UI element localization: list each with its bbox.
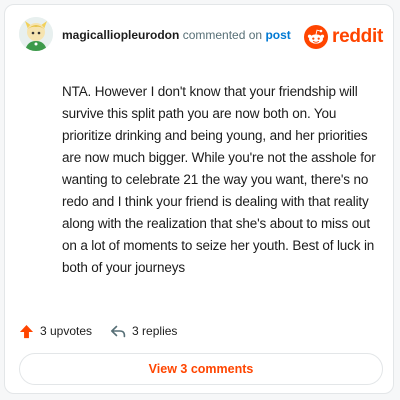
avatar[interactable]	[19, 17, 53, 51]
post-link[interactable]: post	[265, 28, 290, 42]
replies-button[interactable]: 3 replies	[110, 324, 177, 339]
comment-actions: 3 upvotes 3 replies	[19, 321, 177, 341]
reddit-wordmark: reddit	[332, 26, 383, 47]
comment-card: magicalliopleurodon commented on post re…	[4, 4, 394, 394]
upvote-arrow-icon	[19, 324, 34, 338]
reddit-logo[interactable]: reddit	[304, 25, 383, 49]
comment-body: NTA. However I don't know that your frie…	[62, 84, 376, 275]
byline-action-text: commented on	[182, 28, 263, 42]
username[interactable]: magicalliopleurodon	[62, 28, 179, 42]
upvote-button[interactable]: 3 upvotes	[19, 324, 92, 339]
upvote-count: 3 upvotes	[40, 324, 93, 338]
reply-arrow-icon	[111, 325, 126, 337]
avatar-image	[19, 17, 53, 51]
comment-byline: magicalliopleurodon commented on post	[62, 28, 291, 42]
view-comments-button[interactable]: View 3 comments	[19, 353, 383, 385]
comment-header: magicalliopleurodon commented on post re…	[5, 5, 393, 65]
reddit-alien-icon	[304, 25, 329, 49]
reply-count: 3 replies	[132, 324, 178, 338]
